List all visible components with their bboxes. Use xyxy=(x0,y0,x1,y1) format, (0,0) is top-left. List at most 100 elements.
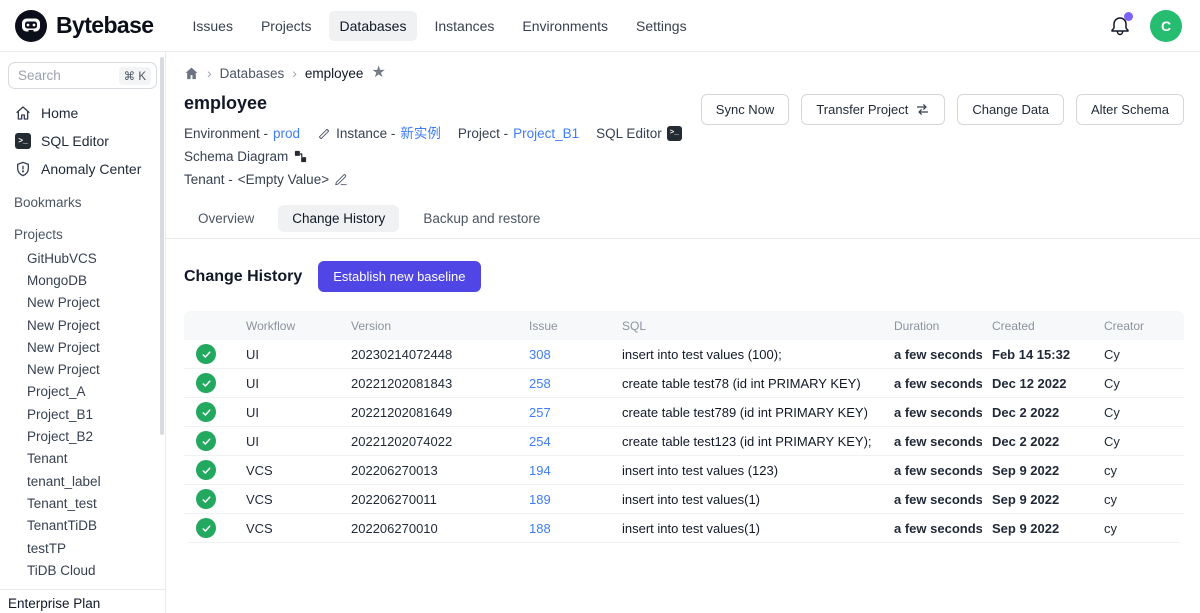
success-check-icon xyxy=(196,518,216,538)
sidebar-item-anomaly-center[interactable]: Anomaly Center xyxy=(0,155,165,183)
brand-home-link[interactable]: Bytebase xyxy=(14,9,153,43)
column-header-issue: Issue xyxy=(519,319,612,333)
table-row[interactable]: UI 20221202081843 258 create table test7… xyxy=(184,369,1184,398)
nav-item[interactable]: Projects xyxy=(250,11,323,41)
user-avatar[interactable]: C xyxy=(1150,10,1182,42)
sync-now-button[interactable]: Sync Now xyxy=(701,94,790,125)
project-list-item[interactable]: New Project xyxy=(0,292,165,314)
project-list-item[interactable]: testTP xyxy=(0,537,165,559)
breadcrumb-database-name[interactable]: employee xyxy=(305,66,364,81)
issue-link[interactable]: 258 xyxy=(529,376,551,391)
issue-link[interactable]: 254 xyxy=(529,434,551,449)
schema-diagram-shortcut[interactable]: Schema Diagram xyxy=(184,145,308,168)
status-cell xyxy=(184,518,236,538)
alter-schema-button[interactable]: Alter Schema xyxy=(1076,94,1184,125)
home-icon[interactable] xyxy=(184,66,199,81)
duration-cell: a few seconds xyxy=(884,463,982,478)
project-list-item[interactable]: TiDB Cloud xyxy=(0,559,165,581)
tab[interactable]: Backup and restore xyxy=(409,205,554,232)
notification-bell-icon[interactable] xyxy=(1108,14,1132,38)
table-row[interactable]: VCS 202206270010 188 insert into test va… xyxy=(184,514,1184,543)
project-list-item[interactable]: Tenant_test xyxy=(0,492,165,514)
column-header-created: Created xyxy=(982,319,1094,333)
bookmark-star-icon[interactable]: ★ xyxy=(371,65,385,81)
schema-diagram-label: Schema Diagram xyxy=(184,145,288,168)
duration-cell: a few seconds xyxy=(884,405,982,420)
instance-meta: Instance - 新实例 xyxy=(317,122,441,145)
table-row[interactable]: UI 20230214072448 308 insert into test v… xyxy=(184,340,1184,369)
establish-baseline-button[interactable]: Establish new baseline xyxy=(318,261,480,292)
sidebar-item-sql-editor[interactable]: >_ SQL Editor xyxy=(0,127,165,155)
workflow-cell: UI xyxy=(236,347,341,362)
project-list: GitHubVCSMongoDBNew ProjectNew ProjectNe… xyxy=(0,247,165,581)
tenant-meta: Tenant - <Empty Value> xyxy=(184,168,348,191)
tenant-value: <Empty Value> xyxy=(238,168,329,191)
breadcrumb: › Databases › employee ★ xyxy=(184,65,1184,81)
change-data-button[interactable]: Change Data xyxy=(957,94,1064,125)
creator-cell: Cy xyxy=(1094,376,1184,391)
transfer-project-button[interactable]: Transfer Project xyxy=(801,94,945,125)
project-list-item[interactable]: Project_B2 xyxy=(0,425,165,447)
issue-link[interactable]: 257 xyxy=(529,405,551,420)
project-list-item[interactable]: TenantTiDB xyxy=(0,515,165,537)
success-check-icon xyxy=(196,431,216,451)
breadcrumb-databases[interactable]: Databases xyxy=(220,66,285,81)
terminal-icon: >_ xyxy=(667,126,682,141)
main-content: › Databases › employee ★ employee Enviro… xyxy=(166,52,1200,613)
environment-link[interactable]: prod xyxy=(273,122,300,145)
project-meta: Project - Project_B1 xyxy=(458,122,579,145)
issue-link[interactable]: 194 xyxy=(529,463,551,478)
tab[interactable]: Overview xyxy=(184,205,268,232)
instance-link[interactable]: 新实例 xyxy=(400,122,441,145)
created-cell: Sep 9 2022 xyxy=(982,521,1094,536)
issue-link[interactable]: 308 xyxy=(529,347,551,362)
sql-cell: insert into test values (100); xyxy=(612,347,884,362)
table-row[interactable]: UI 20221202074022 254 create table test1… xyxy=(184,427,1184,456)
nav-item[interactable]: Settings xyxy=(625,11,698,41)
project-list-item[interactable]: New Project xyxy=(0,314,165,336)
table-row[interactable]: UI 20221202081649 257 create table test7… xyxy=(184,398,1184,427)
project-list-item[interactable]: Tenant xyxy=(0,448,165,470)
project-list-item[interactable]: Project_A xyxy=(0,381,165,403)
search-shortcut-badge: ⌘ K xyxy=(119,67,151,85)
project-list-item[interactable]: New Project xyxy=(0,336,165,358)
nav-item[interactable]: Instances xyxy=(423,11,505,41)
sql-editor-shortcut[interactable]: SQL Editor >_ xyxy=(596,122,682,145)
project-list-item[interactable]: tenant_label xyxy=(0,470,165,492)
project-list-item[interactable]: GitHubVCS xyxy=(0,247,165,269)
created-cell: Feb 14 15:32 xyxy=(982,347,1094,362)
table-row[interactable]: VCS 202206270011 189 insert into test va… xyxy=(184,485,1184,514)
creator-cell: Cy xyxy=(1094,405,1184,420)
status-cell xyxy=(184,402,236,422)
nav-item[interactable]: Environments xyxy=(511,11,619,41)
version-cell: 202206270010 xyxy=(341,521,519,536)
column-header-sql: SQL xyxy=(612,319,884,333)
sidebar-item-label: Anomaly Center xyxy=(41,161,141,177)
topbar-right: C xyxy=(1108,10,1182,42)
workflow-cell: UI xyxy=(236,434,341,449)
created-cell: Sep 9 2022 xyxy=(982,463,1094,478)
issue-link[interactable]: 189 xyxy=(529,492,551,507)
edit-pencil-icon[interactable] xyxy=(334,173,348,187)
sidebar-item-home[interactable]: Home xyxy=(0,99,165,127)
pen-icon xyxy=(317,127,331,141)
workflow-cell: UI xyxy=(236,405,341,420)
database-info: employee Environment - prod Instance - xyxy=(184,81,701,191)
project-link[interactable]: Project_B1 xyxy=(513,122,579,145)
sidebar-section-bookmarks[interactable]: Bookmarks xyxy=(0,189,165,215)
project-list-item[interactable]: MongoDB xyxy=(0,269,165,291)
workflow-cell: VCS xyxy=(236,492,341,507)
nav-item[interactable]: Issues xyxy=(181,11,243,41)
plan-badge[interactable]: Enterprise Plan xyxy=(0,589,165,613)
table-row[interactable]: VCS 202206270013 194 insert into test va… xyxy=(184,456,1184,485)
search-placeholder: Search xyxy=(18,68,119,83)
sidebar-section-projects[interactable]: Projects xyxy=(0,221,165,247)
version-cell: 20221202081843 xyxy=(341,376,519,391)
sidebar-scrollbar[interactable] xyxy=(160,57,164,435)
nav-item[interactable]: Databases xyxy=(329,11,418,41)
issue-link[interactable]: 188 xyxy=(529,521,551,536)
project-list-item[interactable]: New Project xyxy=(0,358,165,380)
project-list-item[interactable]: Project_B1 xyxy=(0,403,165,425)
search-input[interactable]: Search ⌘ K xyxy=(8,62,157,89)
tab[interactable]: Change History xyxy=(278,205,399,232)
